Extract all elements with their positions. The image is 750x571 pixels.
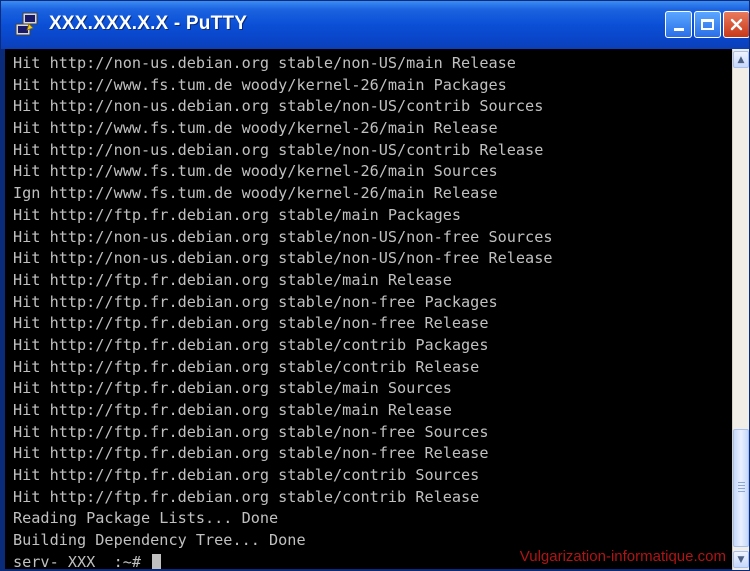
terminal-line: Hit http://ftp.fr.debian.org stable/main… — [13, 205, 462, 224]
putty-app-icon[interactable] — [13, 11, 41, 39]
terminal-line: Ign http://www.fs.tum.de woody/kernel-26… — [13, 184, 498, 203]
terminal-line: Hit http://ftp.fr.debian.org stable/non-… — [13, 314, 489, 333]
terminal-line: Hit http://ftp.fr.debian.org stable/main… — [13, 270, 452, 289]
maximize-button[interactable] — [694, 11, 721, 38]
thumb-grip-line — [738, 482, 745, 483]
title-app-name: PuTTY — [185, 13, 248, 34]
terminal-line: Hit http://ftp.fr.debian.org stable/cont… — [13, 466, 480, 485]
minimize-button[interactable] — [665, 11, 692, 38]
watermark: Vulgarization-informatique.com — [519, 548, 726, 565]
scroll-up-button[interactable]: ▲ — [733, 51, 749, 68]
chevron-up-icon: ▲ — [737, 54, 745, 65]
terminal-line: Hit http://ftp.fr.debian.org stable/non-… — [13, 292, 498, 311]
minimize-icon — [673, 28, 684, 31]
terminal-line: Hit http://ftp.fr.debian.org stable/cont… — [13, 357, 480, 376]
terminal-line: Hit http://ftp.fr.debian.org stable/cont… — [13, 335, 489, 354]
scroll-down-button[interactable]: ▼ — [733, 551, 749, 568]
terminal-line: Hit http://non-us.debian.org stable/non-… — [13, 227, 553, 246]
terminal-line: Hit http://non-us.debian.org stable/non-… — [13, 97, 544, 116]
shell-prompt: serv- XXX :~# — [13, 552, 151, 569]
terminal-area[interactable]: Hit http://non-us.debian.org stable/non-… — [5, 49, 732, 569]
terminal-line: Hit http://non-us.debian.org stable/non-… — [13, 54, 516, 72]
maximize-icon — [701, 19, 714, 30]
terminal-line: Hit http://ftp.fr.debian.org stable/non-… — [13, 422, 489, 441]
title-separator: - — [168, 13, 186, 34]
thumb-grip-line — [738, 488, 745, 489]
chevron-down-icon: ▼ — [737, 554, 745, 565]
terminal-line: Hit http://ftp.fr.debian.org stable/main… — [13, 379, 452, 398]
thumb-grip-line — [738, 491, 745, 492]
putty-window: XXX.XXX.X.X - PuTTY Hit http://non-us.de… — [0, 0, 750, 571]
window-title: XXX.XXX.X.X - PuTTY — [49, 13, 247, 35]
terminal-line: Hit http://ftp.fr.debian.org stable/non-… — [13, 444, 489, 463]
title-bar[interactable]: XXX.XXX.X.X - PuTTY — [1, 1, 749, 49]
thumb-grip-line — [738, 485, 745, 486]
close-icon — [730, 18, 743, 31]
terminal-line: Hit http://non-us.debian.org stable/non-… — [13, 140, 544, 159]
close-button[interactable] — [723, 11, 749, 38]
terminal-line: Hit http://non-us.debian.org stable/non-… — [13, 249, 553, 268]
terminal-line: Hit http://ftp.fr.debian.org stable/main… — [13, 401, 452, 419]
terminal-line: Hit http://www.fs.tum.de woody/kernel-26… — [13, 119, 498, 138]
terminal-line: Hit http://ftp.fr.debian.org stable/cont… — [13, 487, 480, 506]
vertical-scrollbar[interactable]: ▲ ▼ — [732, 49, 749, 570]
text-cursor — [152, 553, 162, 569]
terminal-line: Hit http://www.fs.tum.de woody/kernel-26… — [13, 162, 498, 181]
title-host: XXX.XXX.X.X — [49, 13, 169, 34]
terminal-line: Reading Package Lists... Done — [13, 509, 279, 528]
scrollbar-thumb[interactable] — [733, 429, 749, 547]
terminal-line: Hit http://www.fs.tum.de woody/kernel-26… — [13, 75, 507, 94]
